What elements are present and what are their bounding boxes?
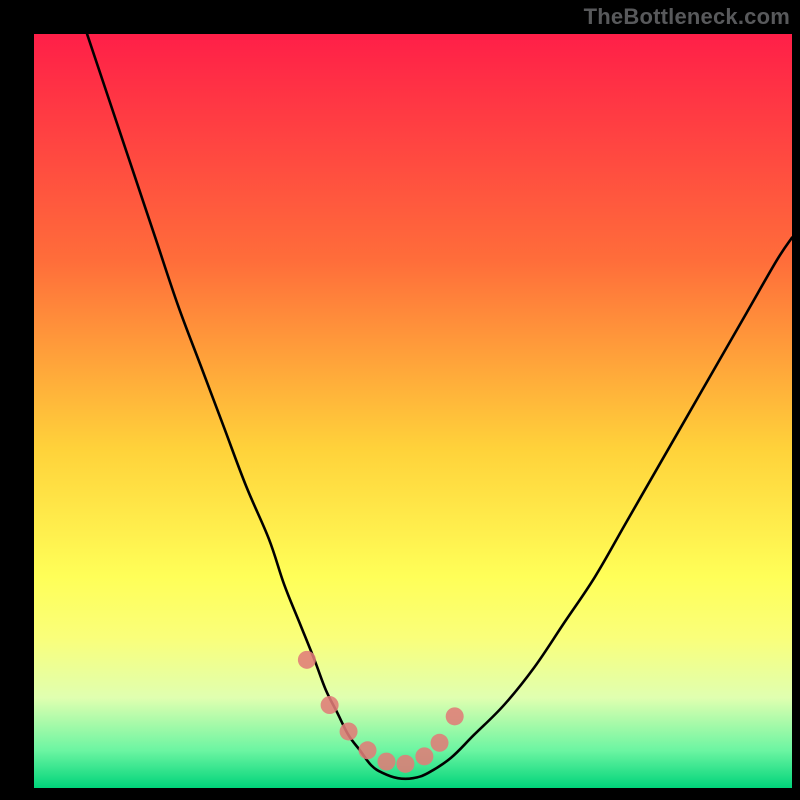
marker-point [359,741,377,759]
marker-point [396,755,414,773]
marker-point [321,696,339,714]
marker-point [377,753,395,771]
marker-point [298,651,316,669]
marker-point [446,707,464,725]
plot-background [34,34,792,788]
bottleneck-chart [0,0,800,800]
chart-container: { "watermark": "TheBottleneck.com", "lay… [0,0,800,800]
marker-point [340,722,358,740]
marker-point [415,747,433,765]
watermark-text: TheBottleneck.com [584,4,790,30]
marker-point [431,734,449,752]
